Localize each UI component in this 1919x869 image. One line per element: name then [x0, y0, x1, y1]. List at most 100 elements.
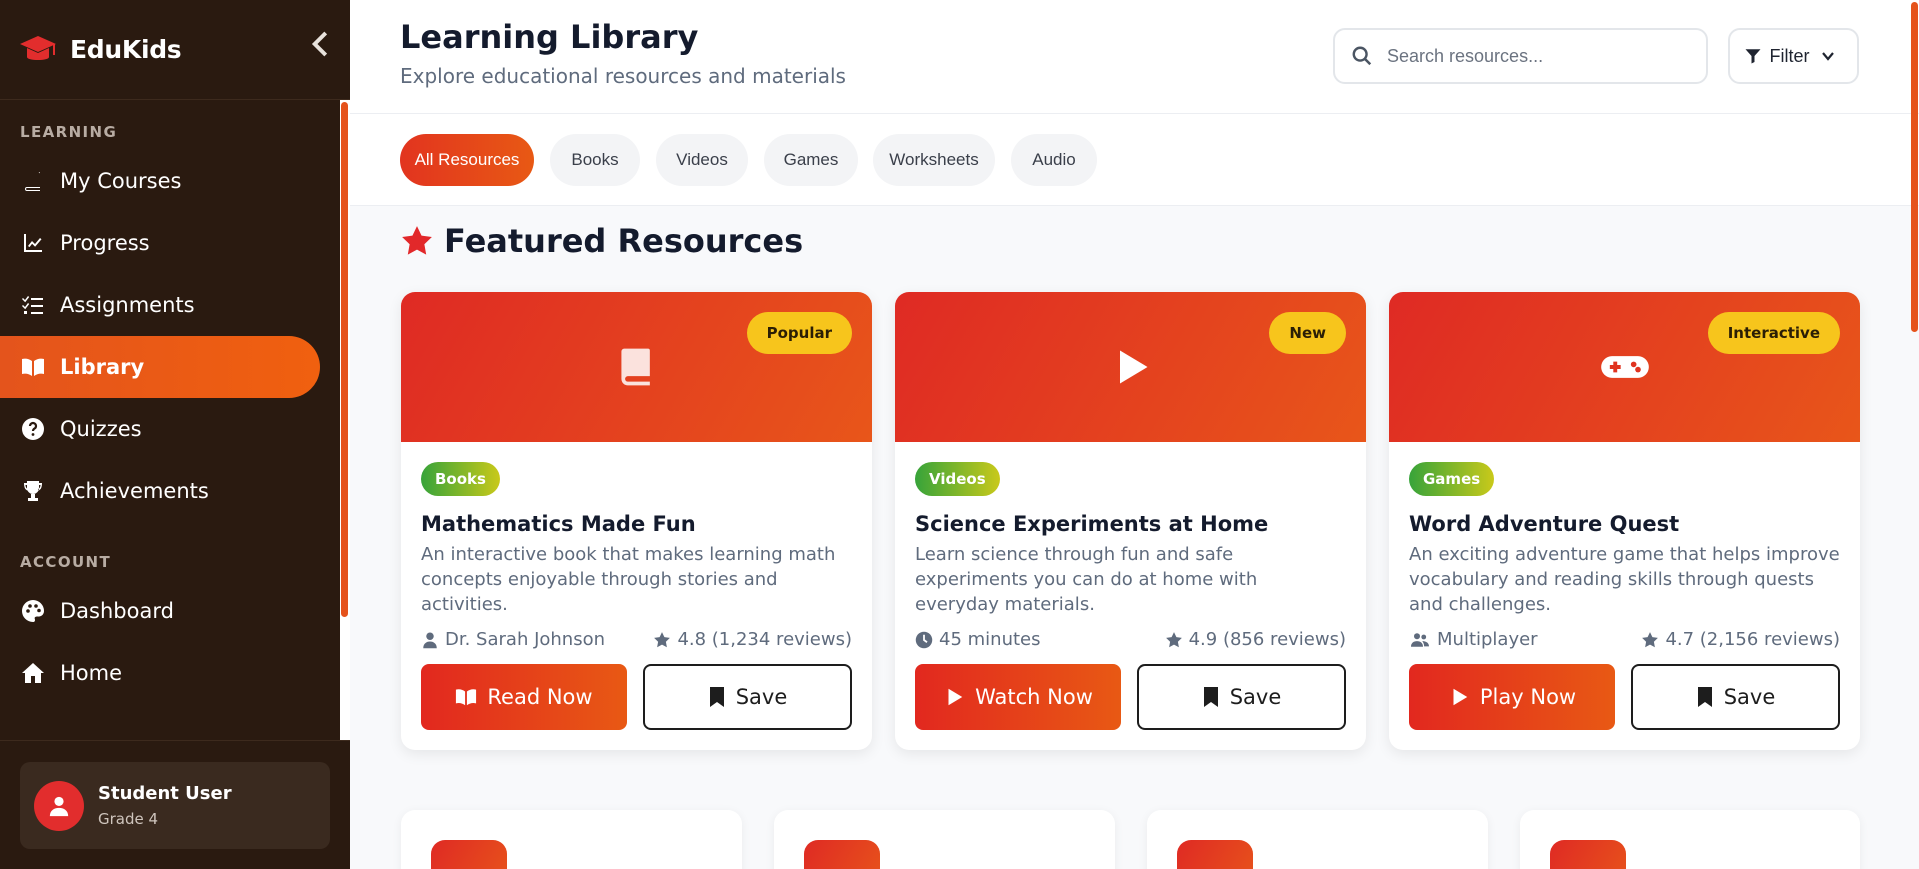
- tab-all-resources[interactable]: All Resources: [400, 134, 534, 186]
- card-mode: Multiplayer: [1437, 629, 1538, 650]
- read-now-button[interactable]: Read Now: [421, 664, 627, 730]
- tab-audio[interactable]: Audio: [1011, 134, 1097, 186]
- book-icon: [20, 168, 46, 194]
- resource-card-word-adventure[interactable]: Interactive Games Word Adventure Quest A…: [1389, 292, 1860, 750]
- bookmark-icon: [709, 687, 724, 707]
- star-icon: [1642, 631, 1659, 647]
- sidebar-item-label: Achievements: [60, 479, 209, 503]
- sidebar-scrollbar[interactable]: [340, 100, 350, 740]
- card-rating: 4.9 (856 reviews): [1188, 629, 1346, 650]
- user-icon: [49, 796, 69, 816]
- brand-name: EduKids: [70, 35, 182, 64]
- save-button[interactable]: Save: [1137, 664, 1346, 730]
- category-chip: Videos: [915, 462, 1000, 496]
- card-hero: Popular: [401, 292, 872, 442]
- search-input[interactable]: [1387, 45, 1687, 67]
- clock-icon: [915, 631, 933, 648]
- card-title: Mathematics Made Fun: [421, 512, 696, 536]
- avatar: [34, 780, 84, 831]
- play-icon: [1119, 350, 1147, 384]
- book-open-icon: [456, 689, 477, 706]
- resource-card[interactable]: [774, 810, 1115, 869]
- card-title: Word Adventure Quest: [1409, 512, 1680, 536]
- card-hero: New: [895, 292, 1366, 442]
- card-hero: Interactive: [1389, 292, 1860, 442]
- home-icon: [20, 660, 46, 686]
- filter-icon: [1745, 49, 1760, 64]
- bookmark-icon: [1203, 687, 1218, 707]
- user-profile-card[interactable]: Student User Grade 4: [20, 762, 330, 849]
- sidebar-scrollbar-thumb[interactable]: [341, 102, 348, 617]
- sidebar-item-label: Dashboard: [60, 599, 174, 623]
- tab-games[interactable]: Games: [764, 134, 858, 186]
- resource-card-science[interactable]: New Videos Science Experiments at Home L…: [895, 292, 1366, 750]
- gamepad-icon: [1600, 356, 1649, 378]
- main-content: Learning Library Explore educational res…: [350, 0, 1919, 869]
- sidebar-item-label: My Courses: [60, 169, 182, 193]
- palette-icon: [20, 598, 46, 624]
- page-subtitle: Explore educational resources and materi…: [400, 64, 846, 88]
- main-scrollbar[interactable]: [1909, 0, 1919, 869]
- search-box[interactable]: [1333, 28, 1708, 84]
- filter-button[interactable]: Filter: [1728, 28, 1859, 84]
- star-icon: [1165, 631, 1182, 647]
- page-header: Learning Library Explore educational res…: [350, 0, 1919, 114]
- chevron-left-icon: [311, 31, 328, 57]
- category-chip: Games: [1409, 462, 1495, 496]
- card-description: An interactive book that makes learning …: [421, 544, 836, 615]
- book-open-icon: [20, 354, 46, 380]
- brand: EduKids: [0, 0, 350, 100]
- chart-line-icon: [20, 230, 46, 256]
- card-icon: [1550, 840, 1626, 869]
- status-badge: Popular: [746, 312, 852, 354]
- main-scrollbar-thumb[interactable]: [1911, 2, 1918, 332]
- resource-card-mathematics[interactable]: Popular Books Mathematics Made Fun An in…: [401, 292, 872, 750]
- button-label: Save: [1723, 685, 1776, 709]
- button-label: Read Now: [487, 685, 593, 709]
- resource-card[interactable]: [1147, 810, 1488, 869]
- card-title: Science Experiments at Home: [915, 512, 1269, 536]
- filter-label: Filter: [1769, 45, 1810, 66]
- button-label: Save: [1229, 685, 1282, 709]
- bookmark-icon: [1697, 687, 1712, 707]
- tab-books[interactable]: Books: [550, 134, 640, 186]
- user-grade: Grade 4: [98, 810, 159, 828]
- user-name: Student User: [98, 783, 232, 804]
- resource-card[interactable]: [1520, 810, 1860, 869]
- button-label: Play Now: [1479, 685, 1577, 709]
- card-rating: 4.8 (1,234 reviews): [677, 629, 852, 650]
- sidebar-item-home[interactable]: Home: [0, 642, 320, 704]
- sidebar-item-label: Progress: [60, 231, 150, 255]
- sidebar-item-quizzes[interactable]: Quizzes: [0, 398, 320, 460]
- sidebar-item-my-courses[interactable]: My Courses: [0, 150, 320, 212]
- tab-worksheets[interactable]: Worksheets: [873, 134, 995, 186]
- play-now-button[interactable]: Play Now: [1409, 664, 1615, 730]
- sidebar-item-progress[interactable]: Progress: [0, 212, 320, 274]
- save-button[interactable]: Save: [1631, 664, 1840, 730]
- resource-card[interactable]: [401, 810, 742, 869]
- collapse-sidebar-button[interactable]: [310, 31, 332, 57]
- category-chip: Books: [421, 462, 500, 496]
- tab-videos[interactable]: Videos: [656, 134, 748, 186]
- star-icon: [402, 226, 432, 255]
- section-label-account: ACCOUNT: [20, 553, 112, 571]
- sidebar-item-label: Assignments: [60, 293, 195, 317]
- save-button[interactable]: Save: [643, 664, 852, 730]
- card-rating: 4.7 (2,156 reviews): [1665, 629, 1840, 650]
- sidebar-item-label: Quizzes: [60, 417, 142, 441]
- sidebar-item-assignments[interactable]: Assignments: [0, 274, 320, 336]
- question-circle-icon: [20, 416, 46, 442]
- play-icon: [1453, 688, 1468, 706]
- sidebar-divider: [0, 740, 350, 741]
- card-icon: [1177, 840, 1253, 869]
- sidebar: EduKids LEARNING My Courses Progress Ass…: [0, 0, 350, 869]
- sidebar-item-dashboard[interactable]: Dashboard: [0, 580, 320, 642]
- book-icon: [620, 348, 650, 386]
- sidebar-item-library[interactable]: Library: [0, 336, 320, 398]
- sidebar-item-achievements[interactable]: Achievements: [0, 460, 320, 522]
- card-author: Dr. Sarah Johnson: [445, 629, 606, 650]
- tasks-icon: [20, 292, 46, 318]
- graduation-cap-icon: [20, 35, 56, 60]
- trophy-icon: [20, 478, 46, 504]
- watch-now-button[interactable]: Watch Now: [915, 664, 1121, 730]
